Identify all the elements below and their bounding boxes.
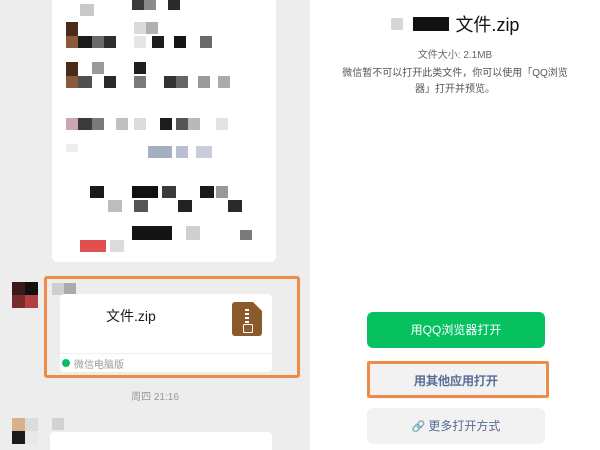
sender-avatar-2[interactable] xyxy=(12,418,38,444)
file-title: 文件.zip xyxy=(310,11,600,37)
message-bubble[interactable] xyxy=(52,0,276,262)
file-preview-panel: 文件.zip 文件大小: 2.1MB 微信暂不可以打开此类文件，你可以使用「QQ… xyxy=(310,0,600,450)
redacted-block xyxy=(412,17,449,31)
pixelated-content xyxy=(80,4,94,16)
file-size: 文件大小: 2.1MB xyxy=(417,50,493,61)
link-icon: 🔗 xyxy=(411,421,426,433)
preview-file-name: 文件.zip xyxy=(455,15,520,35)
more-open-options-label: 更多打开方式 xyxy=(428,419,501,433)
open-with-qq-browser-button[interactable]: 用QQ浏览器打开 xyxy=(367,312,545,348)
chat-panel: 文件.zip 微信电脑版 周四 21:16 xyxy=(0,0,310,450)
redacted-block xyxy=(390,18,403,30)
highlight-box-other-app xyxy=(367,361,549,398)
unsupported-message: 微信暂不可以打开此类文件，你可以使用「QQ浏览器」打开并预览。 xyxy=(342,68,568,95)
message-timestamp: 周四 21:16 xyxy=(131,392,179,403)
sender-avatar[interactable] xyxy=(12,282,38,308)
more-open-options-button[interactable]: 🔗 更多打开方式 xyxy=(367,408,545,444)
message-bubble-2[interactable] xyxy=(50,432,272,450)
highlight-box-file-card xyxy=(44,276,300,378)
